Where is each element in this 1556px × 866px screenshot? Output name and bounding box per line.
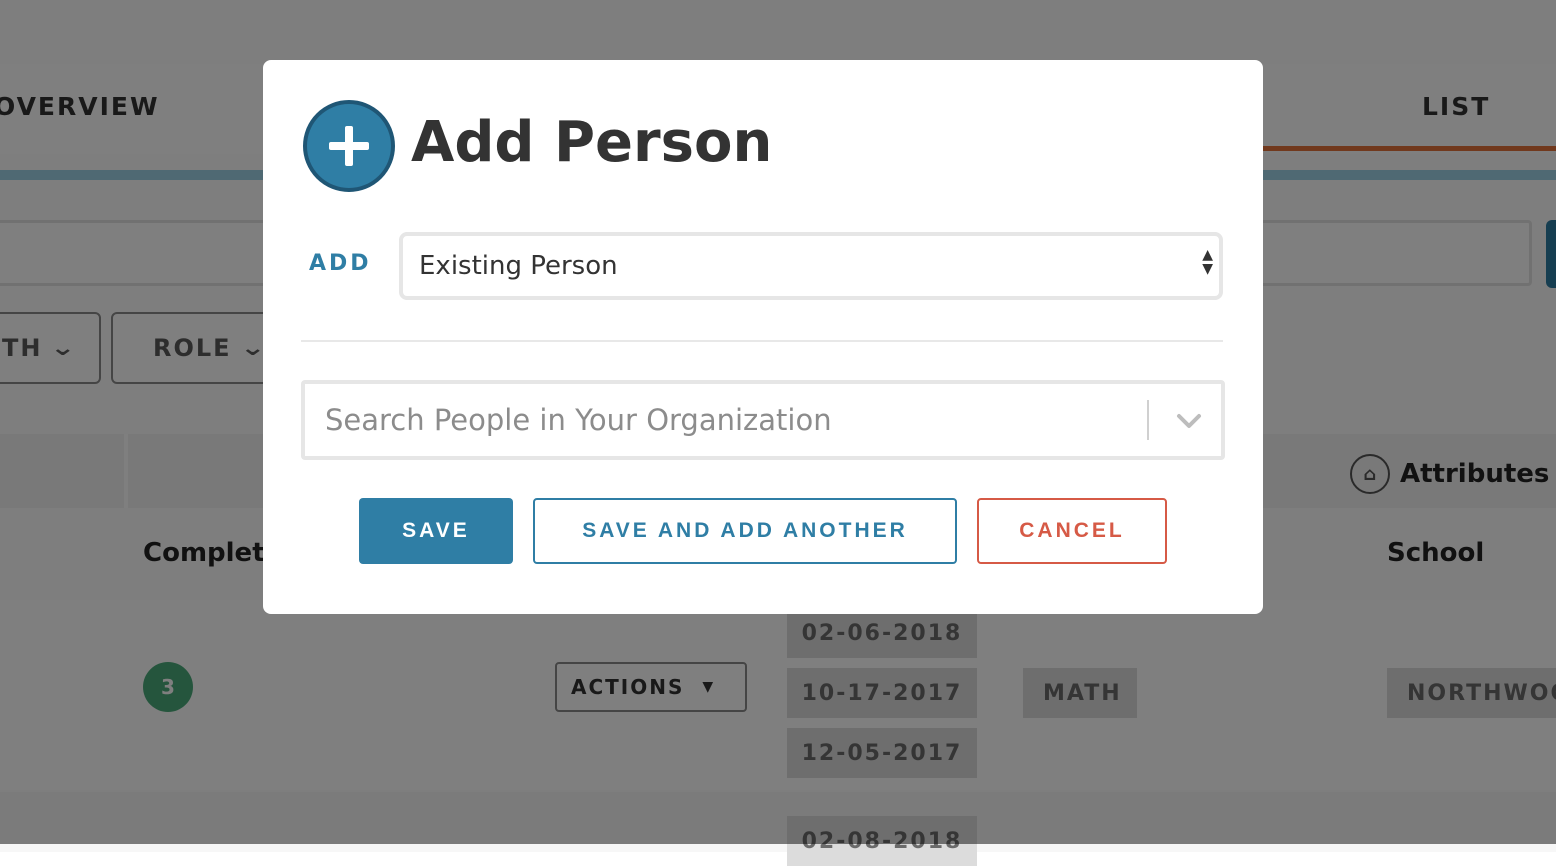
modal-title: Add Person [411,110,773,175]
cancel-button[interactable]: CANCEL [977,498,1167,564]
select-arrows-icon: ▲ ▼ [1202,247,1213,277]
add-type-selected-value: Existing Person [419,251,618,281]
modal-divider [301,340,1223,342]
add-type-select[interactable]: Existing Person ▲ ▼ [399,232,1223,300]
person-search-placeholder: Search People in Your Organization [325,403,832,437]
search-indicator-separator [1147,400,1149,440]
chevron-down-icon[interactable] [1169,398,1209,442]
add-person-modal: Add Person ADD Existing Person ▲ ▼ Search… [263,60,1263,614]
person-search-input[interactable]: Search People in Your Organization [301,380,1225,460]
save-button[interactable]: SAVE [359,498,513,564]
save-and-add-another-button[interactable]: SAVE AND ADD ANOTHER [533,498,957,564]
plus-circle-icon [303,100,395,192]
add-type-label: ADD [309,251,372,276]
